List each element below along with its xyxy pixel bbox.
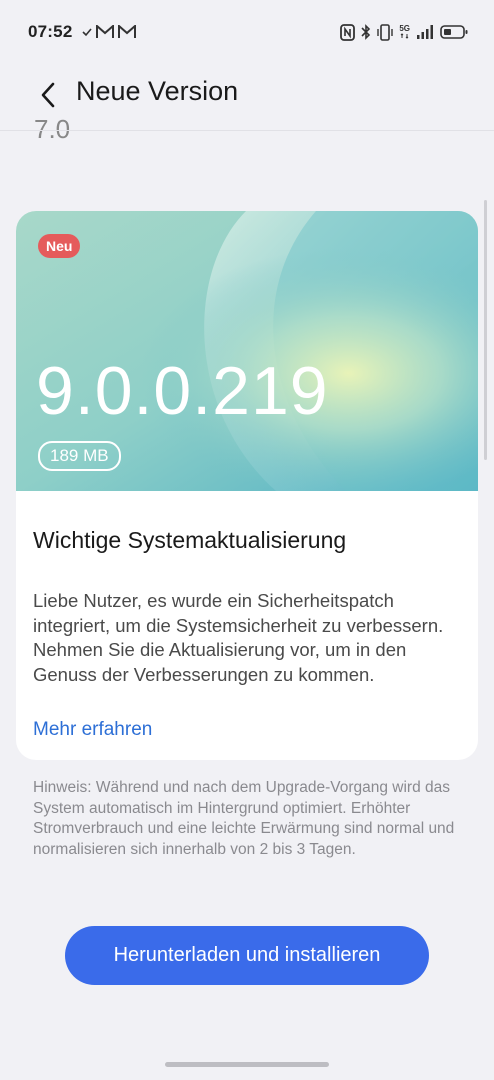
download-install-label: Herunterladen und installieren bbox=[113, 944, 381, 966]
previous-version-text: 7.0 bbox=[34, 114, 71, 142]
page-title: Neue Version bbox=[76, 76, 239, 106]
chevron-left-icon bbox=[41, 82, 55, 108]
status-time: 07:52 bbox=[28, 22, 73, 41]
network-label: 5G bbox=[399, 24, 410, 33]
update-title: Wichtige Systemaktualisierung bbox=[33, 527, 347, 553]
version-number: 9.0.0.219 bbox=[36, 353, 329, 429]
status-bar: 07:52 5G bbox=[0, 0, 494, 62]
check-icon bbox=[82, 27, 92, 37]
home-indicator[interactable] bbox=[165, 1062, 329, 1067]
back-button[interactable] bbox=[34, 78, 62, 112]
nfc-icon bbox=[340, 23, 356, 41]
scrollbar[interactable] bbox=[484, 200, 487, 460]
version-banner: Neu 9.0.0.219 189 MB bbox=[16, 211, 478, 491]
vibrate-icon bbox=[377, 23, 394, 41]
learn-more-link[interactable]: Mehr erfahren bbox=[33, 719, 152, 741]
battery-icon bbox=[440, 24, 468, 40]
5g-icon: 5G bbox=[399, 25, 410, 39]
upgrade-note: Hinweis: Während und nach dem Upgrade-Vo… bbox=[33, 779, 455, 858]
gmail-icon bbox=[96, 25, 114, 39]
new-badge: Neu bbox=[38, 234, 81, 258]
bluetooth-icon bbox=[361, 23, 371, 41]
signal-icon bbox=[416, 24, 434, 40]
header: Neue Version bbox=[0, 62, 494, 130]
download-install-button[interactable]: Herunterladen und installieren bbox=[65, 926, 429, 985]
header-divider bbox=[0, 130, 494, 131]
system-icons: 5G bbox=[340, 21, 468, 43]
notification-icons bbox=[82, 22, 136, 42]
update-card: Neu 9.0.0.219 189 MB Wichtige Systemaktu… bbox=[16, 211, 478, 760]
gmail-icon bbox=[118, 25, 136, 39]
update-description: Liebe Nutzer, es wurde ein Sicherheitspa… bbox=[33, 590, 444, 685]
size-badge: 189 MB bbox=[38, 441, 121, 471]
